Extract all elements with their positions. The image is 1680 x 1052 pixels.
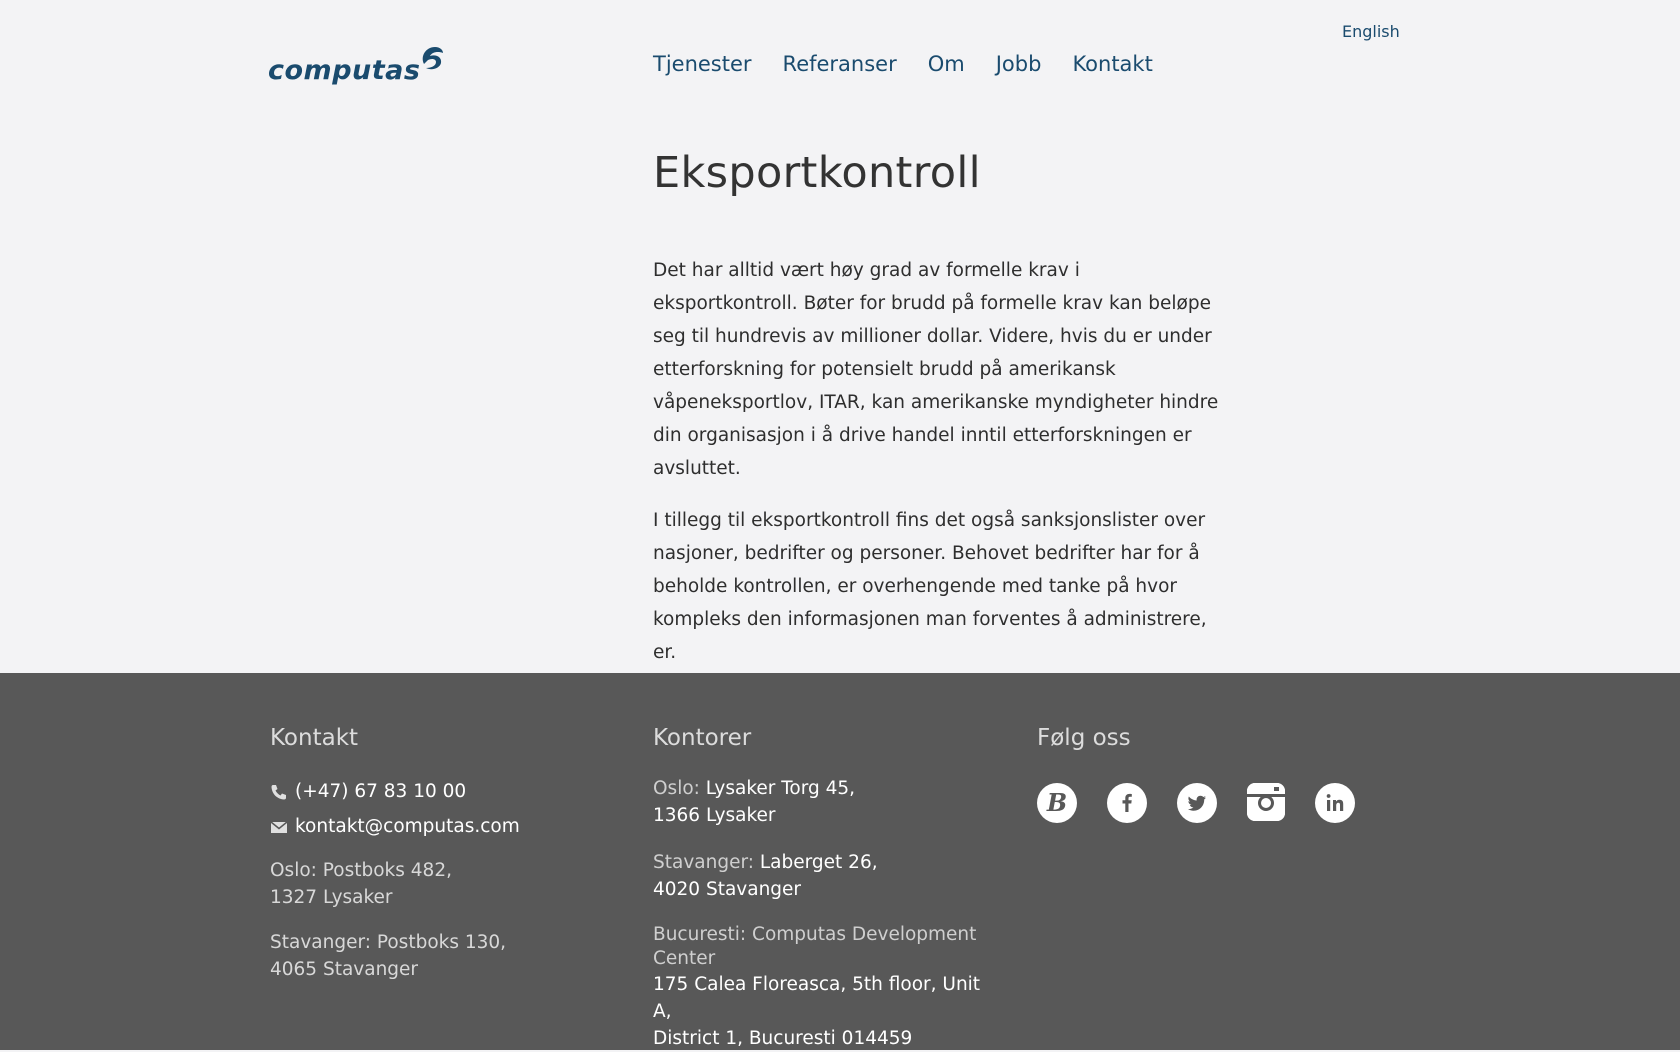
phone-icon (270, 784, 288, 800)
footer: Kontakt (+47) 67 83 10 00 kontakt@comput… (0, 673, 1680, 1050)
twitter-icon[interactable] (1177, 783, 1217, 823)
nav-item-om[interactable]: Om (928, 52, 965, 76)
paragraph: Det har alltid vært høy grad av formelle… (653, 260, 1219, 479)
office-list: Oslo: Lysaker Torg 45, 1366 Lysaker Stav… (653, 775, 993, 1052)
office-city: Oslo: (653, 778, 700, 799)
office-address-line: District 1, Bucuresti 014459 (653, 1028, 913, 1049)
office-address-line: 1366 Lysaker (653, 805, 776, 826)
computas-logo[interactable]: computas (268, 38, 444, 88)
contact-heading: Kontakt (270, 725, 359, 751)
postal-line: 1327 Lysaker (270, 887, 393, 908)
article-body: Det har alltid vært høy grad av formelle… (653, 254, 1223, 688)
linkedin-icon[interactable] (1315, 783, 1355, 823)
facebook-icon[interactable] (1107, 783, 1147, 823)
office-stavanger: Stavanger: Laberget 26, 4020 Stavanger (653, 849, 993, 903)
postal-line: Stavanger: Postboks 130, (270, 932, 507, 953)
language-link[interactable]: English (1342, 22, 1400, 41)
envelope-icon (270, 819, 288, 835)
footer-offices: Kontorer Oslo: Lysaker Torg 45, 1366 Lys… (653, 725, 993, 1052)
logo-text: computas (268, 55, 421, 86)
postal-line: Oslo: Postboks 482, (270, 860, 452, 881)
nav-item-referanser[interactable]: Referanser (783, 52, 897, 76)
email-address: kontakt@computas.com (295, 816, 520, 837)
paragraph: I tillegg til eksportkontroll fins det o… (653, 510, 1207, 663)
email-link[interactable]: kontakt@computas.com (270, 816, 520, 837)
office-bucuresti: Bucuresti: Computas Development Center 1… (653, 923, 993, 1052)
svg-text:B: B (1046, 788, 1067, 817)
footer-contact: Kontakt (+47) 67 83 10 00 kontakt@comput… (270, 725, 520, 983)
main-nav: Tjenester Referanser Om Jobb Kontakt (653, 52, 1153, 76)
offices-heading: Kontorer (653, 725, 752, 751)
nav-item-jobb[interactable]: Jobb (996, 52, 1042, 76)
nav-item-tjenester[interactable]: Tjenester (653, 52, 752, 76)
office-address-line: 175 Calea Floreasca, 5th floor, Unit A, (653, 974, 981, 1022)
social-heading: Følg oss (1037, 725, 1131, 751)
logo-mark-icon (423, 47, 444, 70)
office-oslo: Oslo: Lysaker Torg 45, 1366 Lysaker (653, 775, 993, 829)
office-city: Bucuresti: Computas Development Center (653, 924, 977, 969)
page: computas English Tjenester Referanser Om… (0, 0, 1680, 1050)
postal-address-oslo: Oslo: Postboks 482, 1327 Lysaker (270, 857, 520, 911)
office-address-line: 4020 Stavanger (653, 879, 802, 900)
postal-line: 4065 Stavanger (270, 959, 419, 980)
instagram-icon[interactable] (1247, 783, 1285, 821)
page-title: Eksportkontroll (653, 148, 981, 198)
office-address-line: Lysaker Torg 45, (705, 778, 856, 799)
social-links: B (1037, 783, 1355, 823)
footer-social: Følg oss B (1037, 725, 1355, 823)
phone-link[interactable]: (+47) 67 83 10 00 (270, 781, 520, 802)
nav-item-kontakt[interactable]: Kontakt (1072, 52, 1152, 76)
office-address-line: Laberget 26, (759, 852, 878, 873)
postal-address-stavanger: Stavanger: Postboks 130, 4065 Stavanger (270, 929, 520, 983)
phone-number: (+47) 67 83 10 00 (295, 781, 467, 802)
office-city: Stavanger: (653, 852, 754, 873)
blog-icon[interactable]: B (1037, 783, 1077, 823)
